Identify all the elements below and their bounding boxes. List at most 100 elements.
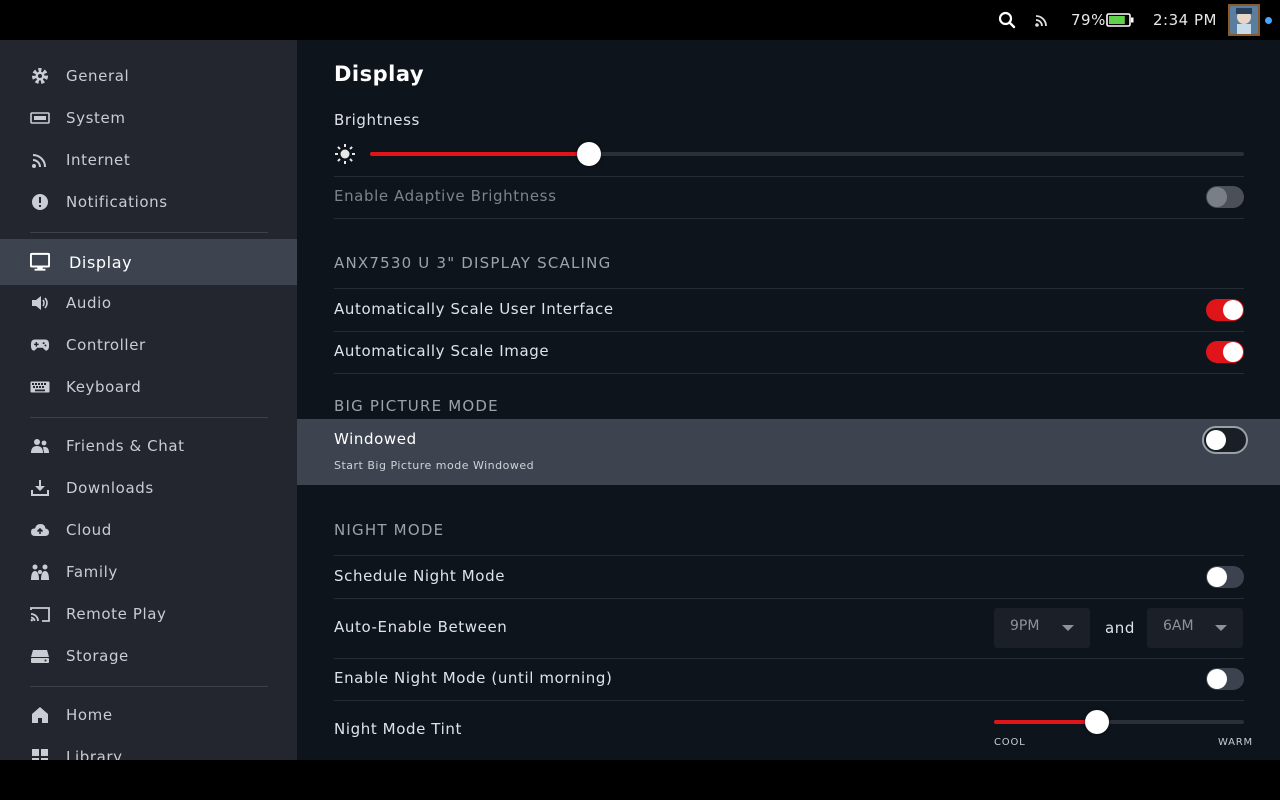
sidebar-item-remote-play[interactable]: Remote Play	[0, 593, 297, 635]
auto-enable-label: Auto-Enable Between	[334, 618, 508, 636]
section-heading-big-picture: BIG PICTURE MODE	[334, 397, 499, 415]
sidebar-item-family[interactable]: Family	[0, 551, 297, 593]
windowed-row[interactable]	[297, 419, 1280, 485]
sidebar-item-label: Friends & Chat	[66, 437, 185, 455]
chevron-down-icon	[1062, 625, 1074, 631]
sidebar-divider	[30, 686, 268, 687]
wifi-signal-icon	[1034, 0, 1050, 40]
night-start-dropdown[interactable]: 9PM	[994, 608, 1090, 648]
sidebar-item-controller[interactable]: Controller	[0, 324, 297, 366]
system-icon	[30, 108, 50, 128]
sidebar-item-downloads[interactable]: Downloads	[0, 467, 297, 509]
sidebar-item-storage[interactable]: Storage	[0, 635, 297, 677]
sidebar-item-label: Storage	[66, 647, 129, 665]
night-until-morning-toggle[interactable]	[1206, 668, 1244, 690]
sidebar-item-internet[interactable]: Internet	[0, 139, 297, 181]
cast-icon	[30, 604, 50, 624]
divider	[334, 598, 1244, 599]
divider	[334, 331, 1244, 332]
sidebar-item-label: Remote Play	[66, 605, 167, 623]
divider	[334, 700, 1244, 701]
divider	[334, 176, 1244, 177]
people-icon	[30, 436, 50, 456]
sidebar-item-friends[interactable]: Friends & Chat	[0, 425, 297, 467]
battery-percent: 79%	[1071, 11, 1106, 29]
gamepad-icon	[30, 335, 50, 355]
tint-cool-label: COOL	[994, 737, 1026, 748]
night-tint-label: Night Mode Tint	[334, 720, 462, 738]
scale-ui-label: Automatically Scale User Interface	[334, 300, 614, 318]
battery-icon	[1106, 0, 1134, 40]
divider	[334, 288, 1244, 289]
monitor-icon	[30, 252, 50, 272]
sidebar-item-label: Internet	[66, 151, 131, 169]
adaptive-brightness-label: Enable Adaptive Brightness	[334, 187, 557, 205]
sidebar-item-label: Library	[66, 748, 123, 760]
cloud-icon	[30, 520, 50, 540]
bottom-bar	[0, 760, 1280, 800]
sidebar-item-label: Controller	[66, 336, 146, 354]
divider	[334, 555, 1244, 556]
sidebar-item-library[interactable]: Library	[0, 736, 297, 760]
sidebar: General System Internet Notifications Di…	[0, 40, 297, 760]
download-icon	[30, 478, 50, 498]
scale-image-label: Automatically Scale Image	[334, 342, 550, 360]
clock: 2:34 PM	[1153, 11, 1217, 29]
search-icon[interactable]	[998, 0, 1016, 40]
brightness-slider[interactable]	[370, 142, 1244, 166]
sidebar-item-label: Downloads	[66, 479, 154, 497]
section-heading-scaling: ANX7530 U 3" DISPLAY SCALING	[334, 254, 612, 272]
windowed-toggle[interactable]	[1202, 426, 1248, 454]
scale-ui-toggle[interactable]	[1206, 299, 1244, 321]
avatar[interactable]	[1228, 0, 1260, 40]
night-tint-slider[interactable]	[994, 710, 1244, 734]
section-heading-night-mode: NIGHT MODE	[334, 521, 445, 539]
scale-image-toggle[interactable]	[1206, 341, 1244, 363]
night-until-morning-label: Enable Night Mode (until morning)	[334, 669, 613, 687]
sidebar-item-home[interactable]: Home	[0, 694, 297, 736]
family-icon	[30, 562, 50, 582]
chevron-down-icon	[1215, 625, 1227, 631]
sidebar-item-cloud[interactable]: Cloud	[0, 509, 297, 551]
adaptive-brightness-toggle[interactable]	[1206, 186, 1244, 208]
windowed-description: Start Big Picture mode Windowed	[334, 459, 535, 472]
windowed-label: Windowed	[334, 430, 417, 448]
sidebar-item-label: Audio	[66, 294, 112, 312]
night-end-dropdown[interactable]: 6AM	[1147, 608, 1243, 648]
sun-icon	[334, 143, 356, 169]
sidebar-item-keyboard[interactable]: Keyboard	[0, 366, 297, 408]
page-title: Display	[334, 62, 425, 86]
sidebar-item-general[interactable]: General	[0, 55, 297, 97]
night-tint-slider-fill	[994, 720, 1097, 724]
alert-icon	[30, 192, 50, 212]
sidebar-item-label: System	[66, 109, 126, 127]
status-bar: 79% 2:34 PM	[0, 0, 1280, 40]
brightness-slider-fill	[370, 152, 589, 156]
sidebar-item-label: General	[66, 67, 130, 85]
sidebar-item-label: Notifications	[66, 193, 168, 211]
library-icon	[30, 747, 50, 760]
divider	[334, 218, 1244, 219]
wifi-icon	[30, 150, 50, 170]
sidebar-item-notifications[interactable]: Notifications	[0, 181, 297, 223]
divider	[334, 658, 1244, 659]
sidebar-item-display[interactable]: Display	[0, 239, 297, 285]
night-tint-slider-handle[interactable]	[1085, 710, 1109, 734]
home-icon	[30, 705, 50, 725]
sidebar-divider	[30, 232, 268, 233]
night-start-value: 9PM	[1010, 618, 1040, 634]
sidebar-item-label: Display	[69, 252, 133, 272]
brightness-label: Brightness	[334, 111, 420, 129]
divider	[334, 373, 1244, 374]
settings-panel: Display Brightness Enable Adaptive Brigh…	[297, 40, 1280, 760]
sidebar-item-label: Cloud	[66, 521, 112, 539]
schedule-night-label: Schedule Night Mode	[334, 567, 506, 585]
sidebar-item-audio[interactable]: Audio	[0, 282, 297, 324]
sidebar-item-label: Family	[66, 563, 118, 581]
tint-warm-label: WARM	[1218, 737, 1253, 748]
sidebar-item-system[interactable]: System	[0, 97, 297, 139]
schedule-night-toggle[interactable]	[1206, 566, 1244, 588]
brightness-slider-handle[interactable]	[577, 142, 601, 166]
notification-dot	[1265, 0, 1272, 40]
gear-icon	[30, 66, 50, 86]
